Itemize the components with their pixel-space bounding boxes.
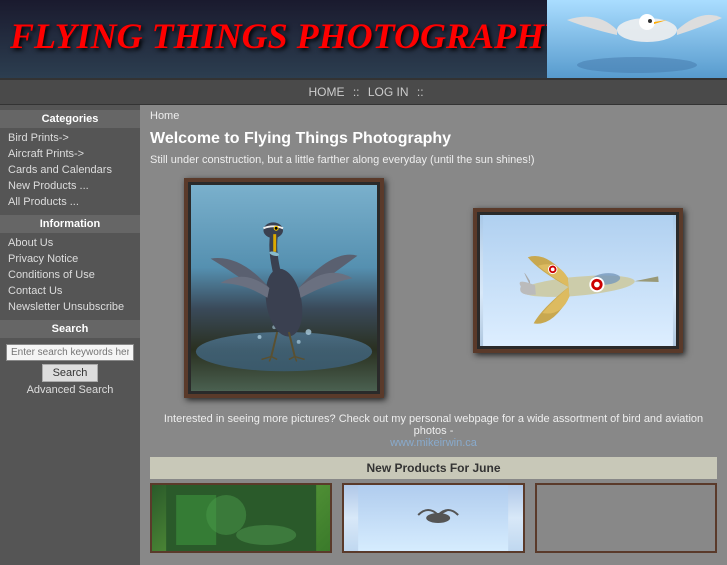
- sidebar-item-conditions[interactable]: Conditions of Use: [0, 267, 140, 283]
- welcome-subtitle: Still under construction, but a little f…: [150, 154, 717, 166]
- information-title: Information: [0, 215, 140, 233]
- new-products-grid: [150, 483, 717, 553]
- information-section: Information About Us Privacy Notice Cond…: [0, 215, 140, 315]
- sidebar-item-about-us[interactable]: About Us: [0, 235, 140, 251]
- heron-photo-frame: [184, 178, 384, 398]
- heron-photo: [191, 185, 377, 391]
- search-button[interactable]: Search: [42, 364, 99, 382]
- sidebar-item-bird-prints[interactable]: Bird Prints->: [0, 130, 140, 146]
- heron-svg: [191, 185, 377, 391]
- search-section: Search Search Advanced Search: [0, 320, 140, 400]
- main-content: Home Welcome to Flying Things Photograph…: [140, 105, 727, 565]
- new-products-bar: New Products For June: [150, 457, 717, 479]
- photo-grid: [150, 178, 717, 398]
- new-product-1-svg: [152, 485, 330, 553]
- sidebar-item-aircraft-prints[interactable]: Aircraft Prints->: [0, 146, 140, 162]
- sidebar-item-new-products[interactable]: New Products ...: [0, 178, 140, 194]
- site-title: FLYING THINGS PHOTOGRAPHY: [10, 15, 566, 57]
- categories-section: Categories Bird Prints-> Aircraft Prints…: [0, 110, 140, 210]
- sidebar-item-cards-calendars[interactable]: Cards and Calendars: [0, 162, 140, 178]
- advanced-search-link[interactable]: Advanced Search: [6, 384, 134, 396]
- interested-text: Interested in seeing more pictures? Chec…: [150, 413, 717, 449]
- sidebar-item-newsletter[interactable]: Newsletter Unsubscribe: [0, 299, 140, 315]
- search-box: Search Advanced Search: [0, 340, 140, 400]
- navigation-bar: HOME :: LOG IN ::: [0, 80, 727, 105]
- bird-header-svg: [547, 0, 727, 80]
- nav-separator-2: ::: [417, 85, 424, 99]
- new-product-thumb-1: [150, 483, 332, 553]
- new-product-thumb-2: [342, 483, 524, 553]
- search-title: Search: [0, 320, 140, 338]
- breadcrumb: Home: [150, 110, 717, 122]
- sidebar-item-privacy[interactable]: Privacy Notice: [0, 251, 140, 267]
- jet-photo-frame: [473, 208, 683, 353]
- jet-svg: [480, 215, 676, 346]
- sidebar-item-contact[interactable]: Contact Us: [0, 283, 140, 299]
- interested-label: Interested in seeing more pictures? Chec…: [164, 413, 703, 437]
- nav-separator-1: ::: [353, 85, 363, 99]
- nav-login[interactable]: LOG IN: [368, 85, 409, 99]
- main-layout: Categories Bird Prints-> Aircraft Prints…: [0, 105, 727, 565]
- new-product-thumb-3: [535, 483, 717, 553]
- welcome-title: Welcome to Flying Things Photography: [150, 130, 717, 148]
- sidebar: Categories Bird Prints-> Aircraft Prints…: [0, 105, 140, 565]
- categories-title: Categories: [0, 110, 140, 128]
- interested-link[interactable]: www.mikeirwin.ca: [390, 437, 477, 449]
- site-header: FLYING THINGS PHOTOGRAPHY: [0, 0, 727, 80]
- search-input[interactable]: [6, 344, 134, 361]
- jet-photo: [480, 215, 676, 346]
- header-bird-image: [547, 0, 727, 80]
- nav-home[interactable]: HOME: [308, 85, 344, 99]
- sidebar-item-all-products[interactable]: All Products ...: [0, 194, 140, 210]
- new-product-2-svg: [344, 485, 522, 553]
